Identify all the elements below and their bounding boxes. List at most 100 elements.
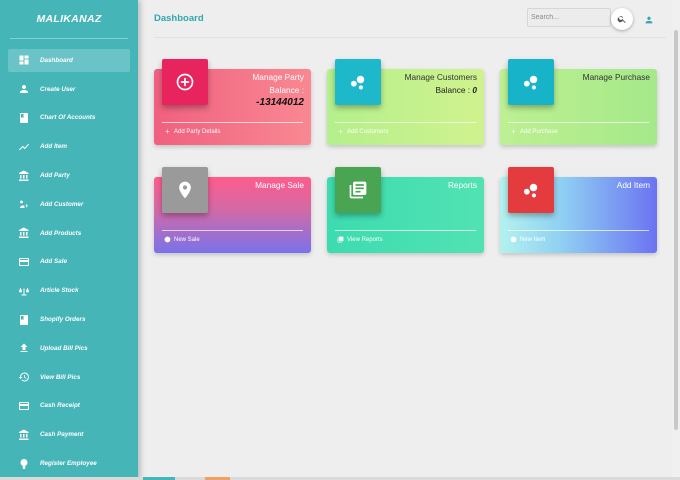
- sidebar-item-add-products[interactable]: Add Products: [8, 222, 130, 245]
- card-footer-label: Add Purchase: [520, 128, 558, 135]
- customer-icon: [18, 198, 30, 210]
- sidebar-item-upload-bill-pics[interactable]: Upload Bill Pics: [8, 337, 130, 360]
- bank-icon: [18, 227, 30, 239]
- plus-icon: [510, 128, 517, 135]
- manage-sale-card[interactable]: Manage Sale New Sale: [154, 167, 311, 253]
- dashboard-icon: [18, 54, 30, 66]
- bank-icon: [18, 170, 30, 182]
- balance-label: Balance :: [269, 85, 304, 95]
- sidebar-item-label: Chart Of Accounts: [40, 114, 96, 122]
- balance-row: Balance : 0: [435, 85, 477, 95]
- card-footer-label: View Reports: [347, 236, 383, 243]
- scrollbar-thumb[interactable]: [674, 30, 678, 430]
- balance-value: -13144012: [256, 97, 304, 108]
- card-footer-label: New Sale: [174, 236, 200, 243]
- pin-icon: [18, 458, 30, 470]
- card-divider: [508, 230, 649, 231]
- trending-icon: [18, 141, 30, 153]
- card-title: Manage Purchase: [582, 72, 650, 82]
- sidebar-item-label: Cash Receipt: [40, 402, 80, 410]
- header-divider: [154, 37, 666, 38]
- credit-card-icon: [18, 400, 30, 412]
- sidebar-item-add-item[interactable]: Add Item: [8, 135, 130, 158]
- add-party-details-link[interactable]: Add Party Details: [164, 128, 220, 135]
- new-item-link[interactable]: New Item: [510, 236, 545, 243]
- card-title: Reports: [447, 180, 477, 190]
- sidebar-nav: Dashboard Create User Chart Of Accounts …: [0, 49, 138, 475]
- sidebar-item-add-party[interactable]: Add Party: [8, 164, 130, 187]
- card-divider: [162, 122, 303, 123]
- search-icon: [617, 16, 626, 23]
- sidebar-item-label: Add Customer: [40, 200, 84, 208]
- bubbles-icon: [335, 59, 381, 105]
- report-list-icon: [335, 167, 381, 213]
- credit-card-icon: [18, 256, 30, 268]
- sidebar-item-label: Dashboard: [40, 56, 73, 64]
- card-divider: [335, 230, 476, 231]
- sidebar-item-label: Add Item: [40, 143, 67, 151]
- sidebar-item-label: View Bill Pics: [40, 373, 81, 381]
- new-sale-link[interactable]: New Sale: [164, 236, 200, 243]
- card-divider: [508, 122, 649, 123]
- sidebar: MALIKANAZ Dashboard Create User Chart Of…: [0, 0, 138, 480]
- sidebar-item-label: Add Products: [40, 229, 82, 237]
- sidebar-item-label: Create User: [40, 85, 76, 93]
- sidebar-item-label: Add Party: [40, 172, 70, 180]
- bubbles-icon: [508, 59, 554, 105]
- history-icon: [18, 371, 30, 383]
- sidebar-item-add-sale[interactable]: Add Sale: [8, 251, 130, 274]
- sidebar-item-article-stock[interactable]: Article Stock: [8, 279, 130, 302]
- sidebar-item-register-employee[interactable]: Register Employee: [8, 452, 130, 475]
- search-input[interactable]: [527, 8, 611, 27]
- search-button[interactable]: [611, 8, 633, 30]
- book-icon: [18, 314, 30, 326]
- plus-icon: [337, 128, 344, 135]
- card-title: Manage Customers: [404, 72, 477, 82]
- bank-icon: [18, 429, 30, 441]
- manage-party-card[interactable]: Manage Party Balance : -13144012 Add Par…: [154, 59, 311, 145]
- sidebar-item-label: Upload Bill Pics: [40, 344, 88, 352]
- card-footer-label: Add Party Details: [174, 128, 221, 135]
- location-pin-icon: [162, 167, 208, 213]
- brand-logo[interactable]: MALIKANAZ: [0, 0, 138, 38]
- bubbles-icon: [508, 167, 554, 213]
- book-icon: [18, 112, 30, 124]
- sidebar-item-view-bill-pics[interactable]: View Bill Pics: [8, 366, 130, 389]
- sidebar-item-shopify-orders[interactable]: Shopify Orders: [8, 308, 130, 331]
- sidebar-item-cash-payment[interactable]: Cash Payment: [8, 423, 130, 446]
- card-divider: [335, 122, 476, 123]
- user-icon: [18, 83, 30, 95]
- balance-label: Balance :: [435, 85, 471, 95]
- add-purchase-link[interactable]: Add Purchase: [510, 128, 558, 135]
- manage-customers-card[interactable]: Manage Customers Balance : 0 Add Custome…: [327, 59, 484, 145]
- add-item-card[interactable]: Add Item New Item: [500, 167, 657, 253]
- person-icon: [645, 16, 653, 24]
- sidebar-item-label: Register Employee: [40, 460, 97, 468]
- info-icon: [510, 236, 517, 243]
- account-button[interactable]: [644, 12, 656, 24]
- brand-divider: [10, 38, 128, 39]
- card-footer-label: Add Customers: [347, 128, 389, 135]
- plus-icon: [164, 128, 171, 135]
- sidebar-item-add-customer[interactable]: Add Customer: [8, 193, 130, 216]
- sidebar-item-chart-of-accounts[interactable]: Chart Of Accounts: [8, 107, 130, 130]
- sidebar-item-dashboard[interactable]: Dashboard: [8, 49, 130, 72]
- sidebar-item-cash-receipt[interactable]: Cash Receipt: [8, 395, 130, 418]
- library-icon: [337, 236, 344, 243]
- sidebar-item-label: Cash Payment: [40, 431, 84, 439]
- view-reports-link[interactable]: View Reports: [337, 236, 383, 243]
- page-title: Dashboard: [154, 13, 204, 24]
- scrollbar[interactable]: [672, 0, 680, 480]
- sidebar-item-label: Article Stock: [40, 287, 79, 295]
- card-footer-label: New Item: [520, 236, 546, 243]
- upload-icon: [18, 342, 30, 354]
- sidebar-item-label: Shopify Orders: [40, 316, 86, 324]
- scale-icon: [18, 285, 30, 297]
- sidebar-item-create-user[interactable]: Create User: [8, 78, 130, 101]
- reports-card[interactable]: Reports View Reports: [327, 167, 484, 253]
- manage-purchase-card[interactable]: Manage Purchase Add Purchase: [500, 59, 657, 145]
- info-icon: [164, 236, 171, 243]
- add-circle-icon: [162, 59, 208, 105]
- card-divider: [162, 230, 303, 231]
- add-customers-link[interactable]: Add Customers: [337, 128, 388, 135]
